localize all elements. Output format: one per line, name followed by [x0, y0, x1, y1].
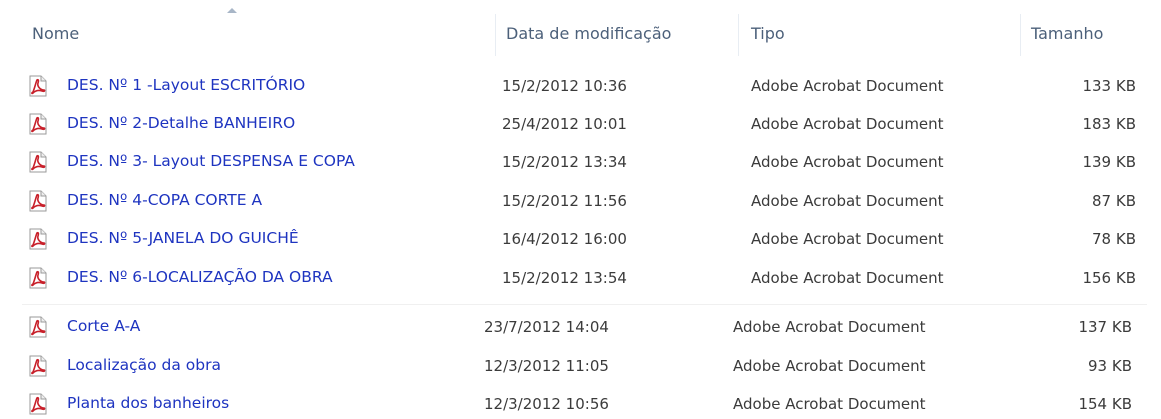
file-row[interactable]: DES. Nº 2-Detalhe BANHEIRO 25/4/2012 10:0…: [0, 109, 1161, 139]
pdf-icon[interactable]: [27, 75, 49, 97]
file-size: 78 KB: [1092, 230, 1136, 248]
file-size: 133 KB: [1082, 77, 1136, 95]
file-type: Adobe Acrobat Document: [733, 318, 926, 336]
column-header-bar: Nome Data de modificação Tipo Tamanho: [0, 0, 1161, 58]
file-date-modified: 23/7/2012 14:04: [484, 318, 609, 336]
group-divider: [22, 304, 1147, 305]
file-type: Adobe Acrobat Document: [751, 192, 944, 210]
file-size: 156 KB: [1082, 269, 1136, 287]
file-row[interactable]: DES. Nº 4-COPA CORTE A 15/2/2012 11:56 Ado…: [0, 186, 1161, 216]
file-size: 139 KB: [1082, 153, 1136, 171]
file-date-modified: 25/4/2012 10:01: [502, 115, 627, 133]
file-type: Adobe Acrobat Document: [751, 153, 944, 171]
file-row[interactable]: DES. Nº 5-JANELA DO GUICHÊ 16/4/2012 16:0…: [0, 224, 1161, 254]
file-size: 154 KB: [1078, 395, 1132, 413]
file-type: Adobe Acrobat Document: [751, 77, 944, 95]
file-date-modified: 12/3/2012 11:05: [484, 357, 609, 375]
file-size: 137 KB: [1078, 318, 1132, 336]
column-header-name[interactable]: Nome: [32, 24, 79, 43]
column-divider[interactable]: [495, 14, 496, 56]
file-date-modified: 15/2/2012 10:36: [502, 77, 627, 95]
file-name[interactable]: DES. Nº 6-LOCALIZAÇÃO DA OBRA: [67, 268, 333, 286]
file-row[interactable]: Corte A-A 23/7/2012 14:04 Adobe Acrobat Do…: [0, 312, 1161, 342]
file-row[interactable]: DES. Nº 3- Layout DESPENSA E COPA 15/2/20…: [0, 147, 1161, 177]
file-date-modified: 15/2/2012 13:34: [502, 153, 627, 171]
column-header-size[interactable]: Tamanho: [1031, 24, 1103, 43]
pdf-icon[interactable]: [27, 113, 49, 135]
file-date-modified: 15/2/2012 13:54: [502, 269, 627, 287]
file-name[interactable]: DES. Nº 5-JANELA DO GUICHÊ: [67, 229, 299, 247]
file-size: 183 KB: [1082, 115, 1136, 133]
file-row[interactable]: Planta dos banheiros 12/3/2012 10:56 Adobe…: [0, 389, 1161, 419]
file-row[interactable]: DES. Nº 1 -Layout ESCRITÓRIO 15/2/2012 10…: [0, 71, 1161, 101]
file-type: Adobe Acrobat Document: [751, 115, 944, 133]
file-name[interactable]: DES. Nº 3- Layout DESPENSA E COPA: [67, 152, 355, 170]
file-date-modified: 16/4/2012 16:00: [502, 230, 627, 248]
column-header-date-modified[interactable]: Data de modificação: [506, 24, 671, 43]
file-date-modified: 15/2/2012 11:56: [502, 192, 627, 210]
file-size: 93 KB: [1088, 357, 1132, 375]
pdf-icon[interactable]: [27, 267, 49, 289]
column-header-type[interactable]: Tipo: [751, 24, 785, 43]
file-name[interactable]: DES. Nº 2-Detalhe BANHEIRO: [67, 114, 295, 132]
file-row[interactable]: Localização da obra 12/3/2012 11:05 Adobe …: [0, 351, 1161, 381]
file-name[interactable]: DES. Nº 4-COPA CORTE A: [67, 191, 262, 209]
pdf-icon[interactable]: [27, 190, 49, 212]
pdf-icon[interactable]: [27, 355, 49, 377]
pdf-icon[interactable]: [27, 316, 49, 338]
column-divider[interactable]: [1020, 14, 1021, 56]
file-type: Adobe Acrobat Document: [751, 230, 944, 248]
file-date-modified: 12/3/2012 10:56: [484, 395, 609, 413]
file-name[interactable]: DES. Nº 1 -Layout ESCRITÓRIO: [67, 76, 305, 94]
file-name[interactable]: Localização da obra: [67, 356, 221, 374]
file-name[interactable]: Corte A-A: [67, 317, 140, 335]
file-type: Adobe Acrobat Document: [733, 357, 926, 375]
pdf-icon[interactable]: [27, 151, 49, 173]
file-type: Adobe Acrobat Document: [733, 395, 926, 413]
pdf-icon[interactable]: [27, 393, 49, 415]
column-divider[interactable]: [738, 14, 739, 56]
file-size: 87 KB: [1092, 192, 1136, 210]
file-row[interactable]: DES. Nº 6-LOCALIZAÇÃO DA OBRA 15/2/2012 1…: [0, 263, 1161, 293]
sort-ascending-icon[interactable]: [227, 8, 237, 13]
pdf-icon[interactable]: [27, 228, 49, 250]
file-name[interactable]: Planta dos banheiros: [67, 394, 229, 412]
file-type: Adobe Acrobat Document: [751, 269, 944, 287]
